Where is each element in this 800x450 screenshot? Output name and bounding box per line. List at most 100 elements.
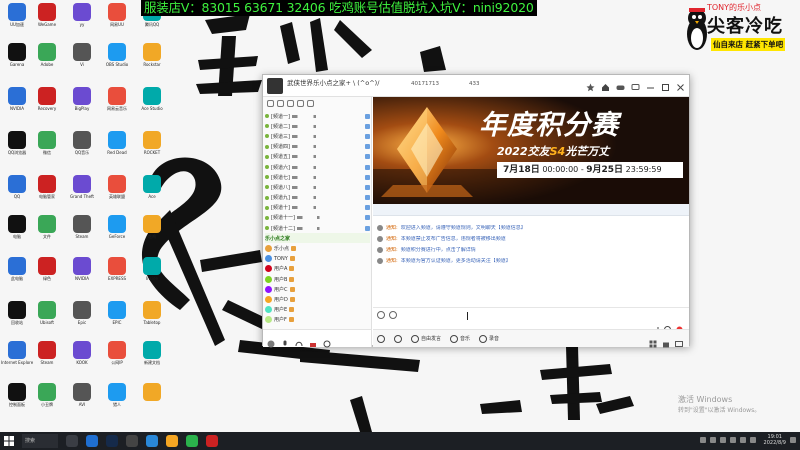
channel-row[interactable]: [频道十] [265,203,370,213]
browser-icon[interactable] [86,435,98,447]
desktop-shortcut[interactable]: 绿色 [31,257,63,299]
mic-icon[interactable] [267,100,274,107]
desktop-shortcut[interactable]: EPIC [101,301,133,343]
desktop-shortcut[interactable]: Epic [66,301,98,343]
user-row[interactable]: 乐小点 [265,243,370,253]
desktop-shortcut[interactable]: Adobe [31,43,63,85]
mic-toggle-icon[interactable] [281,335,289,345]
desktop-shortcut[interactable]: Recovery [31,87,63,129]
desktop-shortcut[interactable]: 电脑管家 [31,175,63,217]
speaker-button[interactable] [377,334,385,343]
desktop-shortcut[interactable] [136,383,168,425]
desktop-shortcut[interactable]: 英雄联盟 [101,175,133,217]
windows-start-icon[interactable] [4,436,14,446]
task-view-icon[interactable] [66,435,78,447]
desktop-shortcut[interactable]: QQ音乐 [66,131,98,173]
desktop-shortcut[interactable]: 微信 [31,131,63,173]
channel-row[interactable]: [频道二] [265,121,370,131]
mail-icon[interactable] [675,335,683,347]
gamepad-icon[interactable] [616,79,625,90]
channel-row[interactable]: [频道三] [265,131,370,141]
obs-icon[interactable] [126,435,138,447]
gift-icon[interactable] [309,335,317,347]
desktop-shortcut[interactable]: AVI [66,383,98,425]
grid-icon[interactable] [649,335,657,348]
desktop-shortcut[interactable]: 吃鸡 [136,215,168,257]
channel-row[interactable]: [频道五] [265,152,370,162]
search-icon[interactable] [307,100,314,107]
settings-icon[interactable] [297,100,304,107]
desktop-shortcut[interactable]: Ace [136,175,168,217]
channel-row[interactable]: [频道四] [265,142,370,152]
power-button[interactable]: 自由发言 [411,334,441,343]
desktop-shortcut[interactable]: 文件 [31,215,63,257]
desktop-shortcut[interactable]: Ace Studio [136,87,168,129]
desktop-shortcut[interactable]: EXPRESS [101,257,133,299]
desktop-shortcut[interactable]: Red Dead [101,131,133,173]
desktop-shortcut[interactable]: WeGame [31,3,63,45]
desktop-shortcut[interactable]: 公网IP [101,341,133,383]
desktop-shortcut[interactable]: OBS Studio [101,43,133,85]
event-banner[interactable]: 年度积分赛 2022交友S4光芒万丈 7月18日 00:00:00 - 9月25… [373,97,689,204]
user-row[interactable]: 用户F [265,315,370,325]
tray-chevron-icon[interactable] [699,437,706,443]
record-button[interactable]: 录音 [479,334,499,343]
video-button[interactable] [394,334,402,343]
taskbar-search[interactable]: 搜索 [22,434,58,448]
tray-app-icon[interactable] [749,437,756,443]
desktop-shortcut[interactable]: 网易UU [101,3,133,45]
desktop-shortcut[interactable]: yy [66,3,98,45]
desktop-shortcut[interactable]: QQ [1,175,33,217]
bag-icon[interactable] [662,335,670,348]
desktop-shortcut[interactable]: Ubisoft [31,301,63,343]
image-icon[interactable] [389,311,397,319]
current-channel-section[interactable]: 乐小点之家 [265,233,370,244]
channel-row[interactable]: [频道六] [265,162,370,172]
emoji-icon[interactable] [377,311,385,319]
desktop-shortcut[interactable]: 控制面板 [1,383,33,425]
headset-icon[interactable] [287,100,294,107]
channel-row[interactable]: [频道一] [265,111,370,121]
desktop-shortcut[interactable]: Garena [1,43,33,85]
desktop-shortcut[interactable]: Tabletop [136,301,168,343]
gear-icon[interactable] [323,335,331,347]
desktop-shortcut[interactable]: KOOK [66,341,98,383]
desktop-shortcut[interactable]: NVIDIA [66,257,98,299]
desktop-shortcut[interactable]: 新建文档 [136,341,168,383]
channel-row[interactable]: [频道八] [265,182,370,192]
tray-network-icon[interactable] [709,437,716,443]
desktop-shortcut[interactable]: 猎人 [101,383,133,425]
user-row[interactable]: 用户E [265,305,370,315]
channel-row[interactable]: [频道十一] [265,213,370,223]
taskbar-clock[interactable]: 19:01 2022/8/9 [764,434,786,446]
desktop-shortcut[interactable]: GeForce [101,215,133,257]
voice-app-icon[interactable] [146,435,158,447]
wechat-icon[interactable] [186,435,198,447]
desktop-shortcut[interactable]: Steam [66,215,98,257]
desktop-shortcut[interactable]: 电脑 [1,215,33,257]
chat-bubble-icon[interactable] [631,79,640,90]
desktop-shortcut[interactable]: Vi [66,43,98,85]
tray-volume-icon[interactable] [719,437,726,443]
maximize-icon[interactable] [661,79,670,91]
desktop-shortcut[interactable]: Internet Explorer [1,341,33,383]
enter-icon[interactable] [652,320,659,332]
user-row[interactable]: 用户D [265,294,370,304]
desktop-shortcut[interactable]: 小丑牌 [31,383,63,425]
desktop-shortcut[interactable]: Rockstar [136,43,168,85]
steam-icon[interactable] [106,435,118,447]
close-icon[interactable] [676,79,685,91]
desktop-shortcut[interactable]: 此电脑 [1,257,33,299]
game-icon[interactable] [206,435,218,447]
notification-icon[interactable] [790,437,796,443]
window-titlebar[interactable]: 武侠世界乐小点之家+ \ (^o^)/ 40171713 433 [263,75,689,97]
channel-row[interactable]: [频道七] [265,172,370,182]
desktop-shortcut[interactable]: ROCKET [136,131,168,173]
desktop-shortcut[interactable]: QQ浏览器 [1,131,33,173]
headphones-icon[interactable] [295,335,303,346]
user-row[interactable]: TONY [265,254,370,264]
desktop-shortcut[interactable]: Grand Theft [66,175,98,217]
desktop-shortcut[interactable]: 网易云音乐 [101,87,133,129]
desktop-shortcut[interactable]: BigPlay [66,87,98,129]
message-input-area[interactable] [373,307,689,333]
